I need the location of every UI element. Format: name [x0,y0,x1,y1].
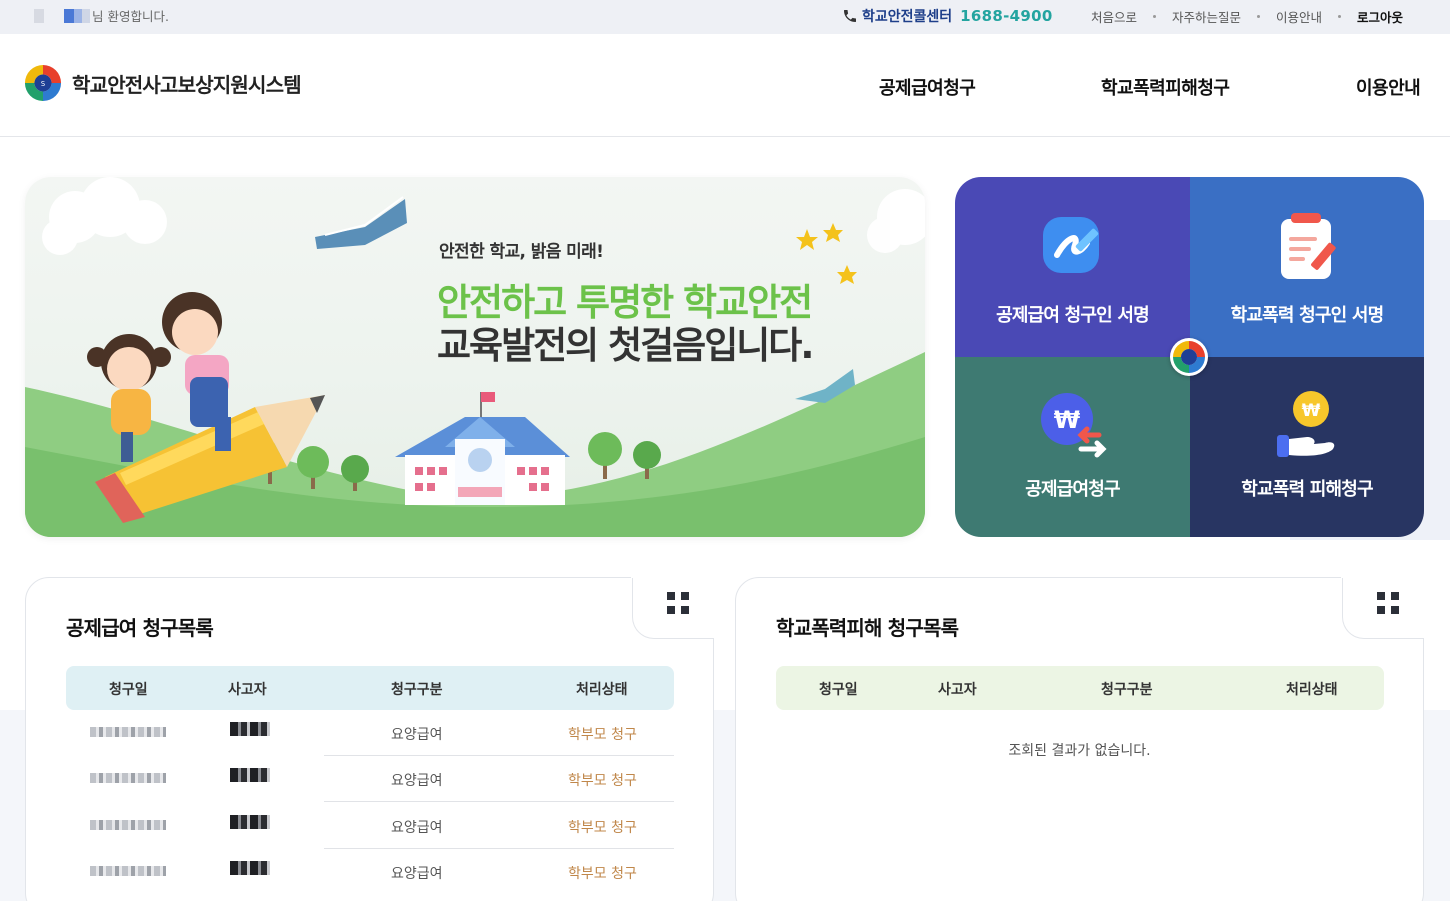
benefit-claims-card: 공제급여 청구목록 청구일 사고자 청구구분 처리상태 요양급여 학부모 청구 … [25,576,715,901]
col-claim-date: 청구일 [109,682,148,698]
quick-violence-claim-label: 학교폭력 피해청구 [1241,479,1373,500]
table-row[interactable]: 요양급여 학부모 청구 [66,849,674,895]
table-row[interactable]: 요양급여 학부모 청구 [66,710,674,756]
claim-status: 학부모 청구 [568,866,637,882]
utility-nav: 처음으로 자주하는질문 이용안내 로그아웃 [1091,7,1403,26]
svg-text:S: S [41,80,45,88]
claim-type: 요양급여 [391,866,443,882]
claim-type: 요양급여 [391,820,443,836]
hero-title-line2: 교육발전의 첫걸음입니다. [437,324,814,367]
col-claim-type: 청구구분 [391,682,443,698]
col-status: 처리상태 [1286,682,1338,698]
svg-text:₩: ₩ [1302,401,1321,421]
clipboard-pen-icon [1281,213,1336,279]
empty-result-message: 조회된 결과가 없습니다. [1008,743,1151,759]
welcome-message: 님 환영합니다. [34,6,169,25]
violence-claims-card: 학교폭력피해 청구목록 청구일 사고자 청구구분 처리상태 조회된 결과가 없습… [735,576,1425,901]
col-status: 처리상태 [576,682,628,698]
table-row[interactable]: 요양급여 학부모 청구 [66,756,674,802]
quick-benefit-sign-button[interactable]: 공제급여 청구인 서명 [955,177,1190,357]
cloud-icon [867,189,925,253]
benefit-claims-title: 공제급여 청구목록 [66,616,214,640]
quick-benefit-claim-button[interactable]: ₩ 공제급여청구 [955,357,1190,537]
claim-status: 학부모 청구 [568,773,637,789]
redacted-name [230,768,270,782]
nav-guide[interactable]: 이용안내 [1356,74,1421,100]
separator-dot [1338,15,1342,18]
callcenter-number: 1688-4900 [960,7,1053,25]
redacted-name [230,815,270,829]
nav-violence-claim[interactable]: 학교폭력피해청구 [1101,74,1230,100]
cloud-icon [42,177,167,255]
hero-banner: 안전한 학교, 밝음 미래! 안전하고 투명한 학교안전 교육발전의 첫걸음입니… [25,177,925,537]
more-grid-button[interactable] [1377,592,1399,614]
callcenter-label: 학교안전콜센터 [862,9,953,25]
logo-emblem-icon: S [24,64,62,102]
phone-icon [844,10,856,22]
col-victim: 사고자 [228,682,267,698]
more-grid-button[interactable] [667,592,689,614]
redacted-name [230,861,270,875]
hero-subtitle: 안전한 학교, 밝음 미래! [439,242,604,262]
separator-dot [1257,15,1261,18]
claim-type: 요양급여 [391,773,443,789]
quick-benefit-sign-label: 공제급여 청구인 서명 [996,305,1150,326]
utility-bar: 님 환영합니다. 학교안전콜센터 1688-4900 처음으로 자주하는질문 이… [0,0,1450,34]
table-row[interactable]: 요양급여 학부모 청구 [66,803,674,849]
redacted-date [90,866,166,876]
col-claim-date: 청구일 [819,682,858,698]
quick-violence-sign-button[interactable]: 학교폭력 청구인 서명 [1190,177,1424,357]
violence-claims-title: 학교폭력피해 청구목록 [776,616,959,640]
quick-violence-claim-button[interactable]: ₩ 학교폭력 피해청구 [1190,357,1424,537]
claim-status: 학부모 청구 [568,727,637,743]
redacted-name [230,722,270,736]
claim-status: 학부모 청구 [568,820,637,836]
school-building-icon [395,392,570,505]
redacted-date [90,727,166,737]
nav-claim-benefit[interactable]: 공제급여청구 [879,74,976,100]
user-name-redacted [34,8,90,23]
col-claim-type: 청구구분 [1101,682,1153,698]
emblem-icon [1170,338,1208,376]
claim-type: 요양급여 [391,727,443,743]
welcome-text: 님 환영합니다. [92,9,169,24]
site-logo[interactable]: S 학교안전사고보상지원시스템 [24,64,302,102]
won-hand-icon: ₩ [1277,391,1335,457]
benefit-claims-header: 청구일 사고자 청구구분 처리상태 [66,666,674,710]
pen-icon [1042,217,1099,273]
logout-link[interactable]: 로그아웃 [1357,7,1403,26]
col-victim: 사고자 [938,682,977,698]
redacted-date [90,820,166,830]
quick-benefit-claim-label: 공제급여청구 [1025,479,1120,500]
won-transfer-icon: ₩ [1040,393,1107,458]
guide-link[interactable]: 이용안내 [1276,7,1322,26]
home-link[interactable]: 처음으로 [1091,7,1137,26]
separator-dot [1153,15,1157,18]
violence-claims-header: 청구일 사고자 청구구분 처리상태 [776,666,1384,710]
redacted-date [90,773,166,783]
svg-text:₩: ₩ [1053,406,1080,434]
site-header: S 학교안전사고보상지원시스템 공제급여청구 학교폭력피해청구 이용안내 [0,34,1450,137]
faq-link[interactable]: 자주하는질문 [1172,7,1241,26]
site-title: 학교안전사고보상지원시스템 [72,72,302,97]
callcenter: 학교안전콜센터 1688-4900 [842,6,1053,26]
book-icon [315,199,407,249]
quick-violence-sign-label: 학교폭력 청구인 서명 [1230,305,1385,326]
